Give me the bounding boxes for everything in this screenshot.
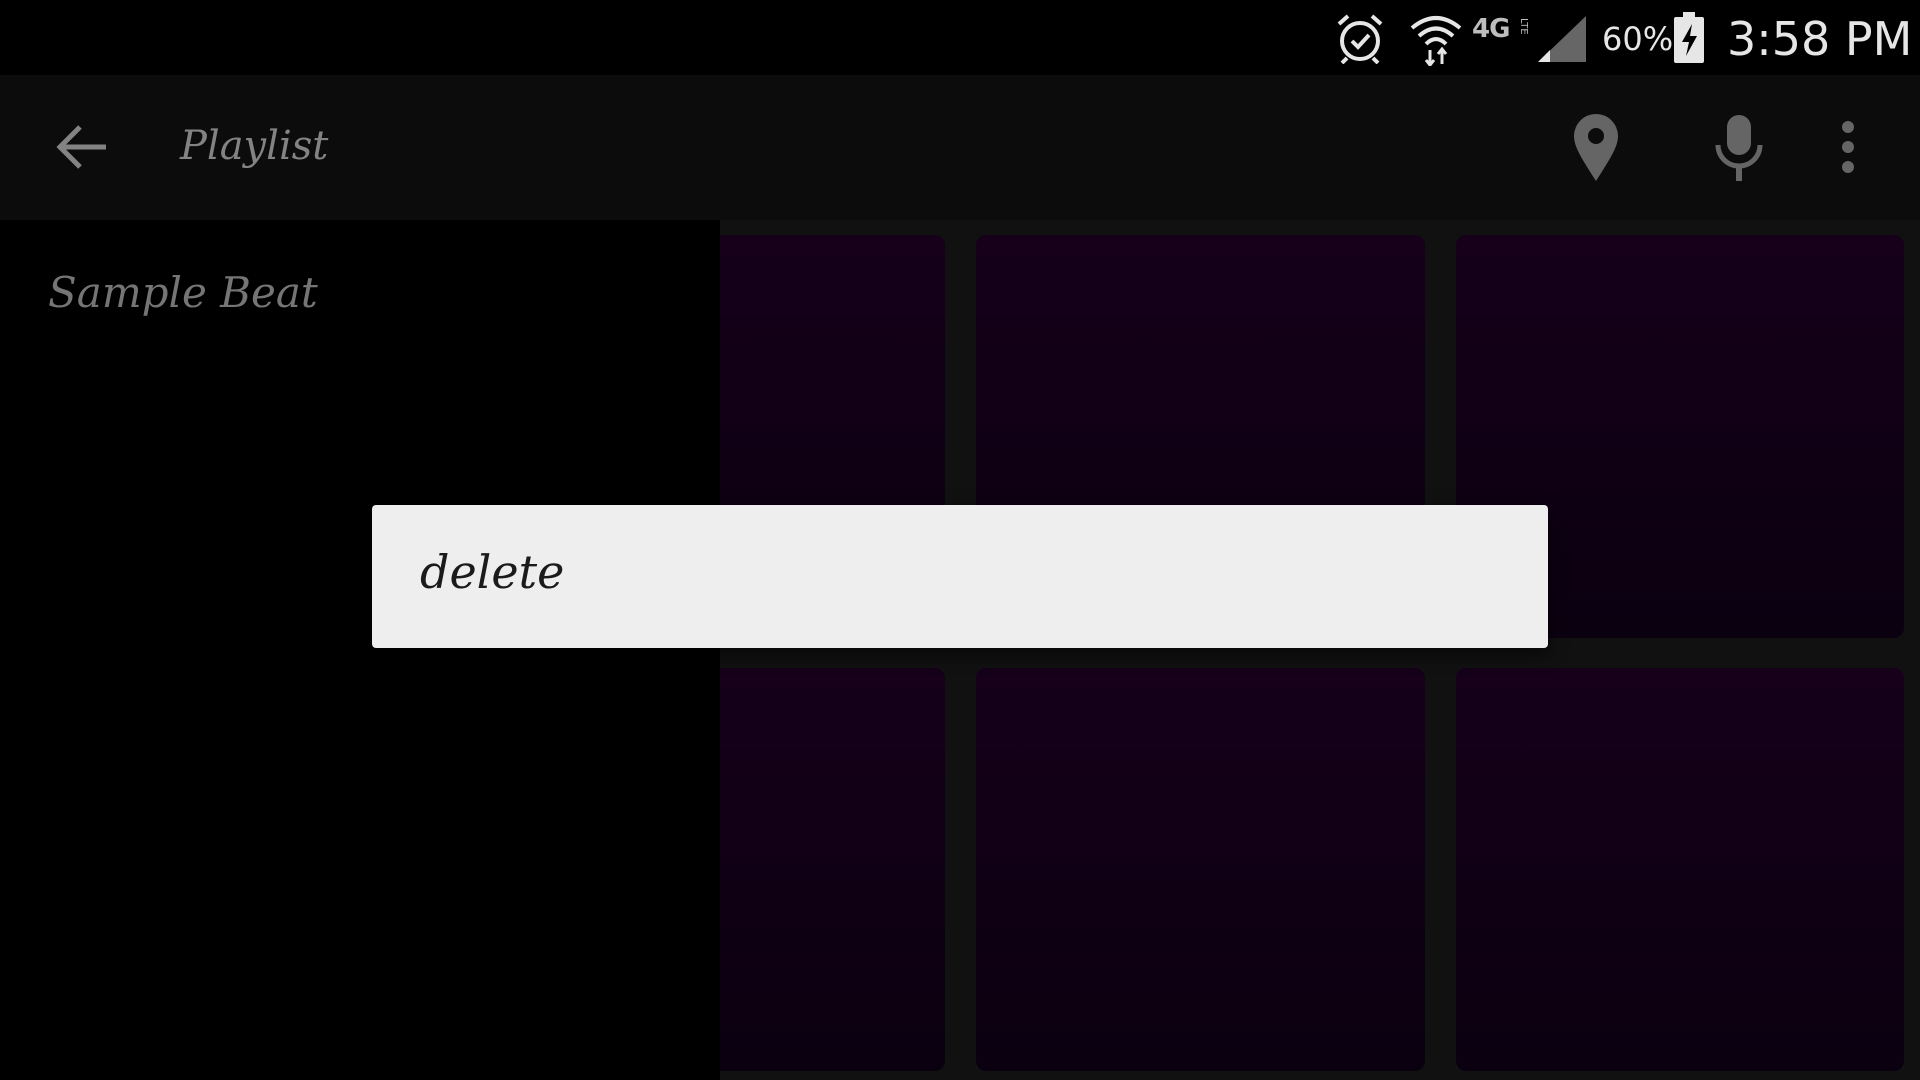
delete-menu-item[interactable]: delete	[420, 545, 564, 599]
battery-percent: 60%	[1602, 20, 1674, 58]
battery-charging-icon	[1672, 12, 1706, 68]
status-bar: 4G LTE 60% 3:58 PM	[0, 0, 1920, 75]
wifi-icon	[1408, 10, 1464, 70]
alarm-icon	[1335, 12, 1385, 68]
network-sub: LTE	[1518, 18, 1529, 35]
clock: 3:58 PM	[1727, 12, 1913, 66]
cell-signal-icon	[1536, 14, 1588, 68]
context-menu-dialog: delete	[372, 505, 1548, 648]
network-type: 4G	[1472, 14, 1510, 44]
